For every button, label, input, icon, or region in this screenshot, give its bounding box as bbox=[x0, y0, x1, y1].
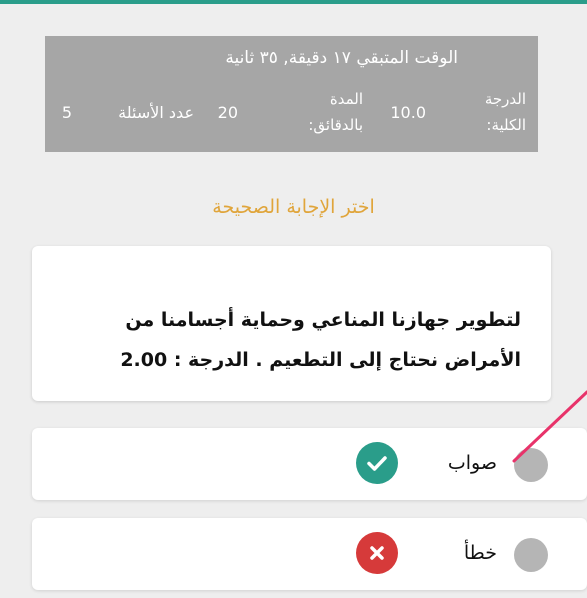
quiz-info-panel: الوقت المتبقي ١٧ دقيقة, ٣٥ ثانية الدرجة … bbox=[45, 36, 538, 152]
option-true[interactable]: صواب bbox=[32, 428, 587, 500]
duration-label: المدة بالدقائق: bbox=[308, 90, 363, 134]
option-false[interactable]: خطأ bbox=[32, 518, 587, 590]
total-grade-value: 10.0 bbox=[390, 103, 426, 122]
option-true-label: صواب bbox=[447, 452, 497, 474]
remaining-time: الوقت المتبقي ١٧ دقيقة, ٣٥ ثانية bbox=[225, 48, 458, 68]
radio-button-false[interactable] bbox=[514, 538, 548, 572]
check-icon bbox=[356, 442, 398, 484]
close-icon bbox=[356, 532, 398, 574]
duration-value: 20 bbox=[217, 103, 238, 122]
option-false-label: خطأ bbox=[463, 542, 497, 564]
total-grade-label: الدرجة الكلية: bbox=[484, 90, 526, 134]
questions-count-value: 5 bbox=[61, 103, 72, 122]
top-accent-bar bbox=[0, 0, 587, 4]
quiz-info-row: الدرجة الكلية: 10.0 المدة بالدقائق: 20 ع… bbox=[45, 86, 538, 146]
questions-count-label: عدد الأسئلة bbox=[118, 103, 194, 122]
question-text: لتطوير جهازنا المناعي وحماية أجسامنا من … bbox=[120, 309, 521, 371]
instruction-text: اختر الإجابة الصحيحة bbox=[212, 196, 375, 218]
radio-button-true[interactable] bbox=[514, 448, 548, 482]
question-card: لتطوير جهازنا المناعي وحماية أجسامنا من … bbox=[32, 246, 551, 401]
